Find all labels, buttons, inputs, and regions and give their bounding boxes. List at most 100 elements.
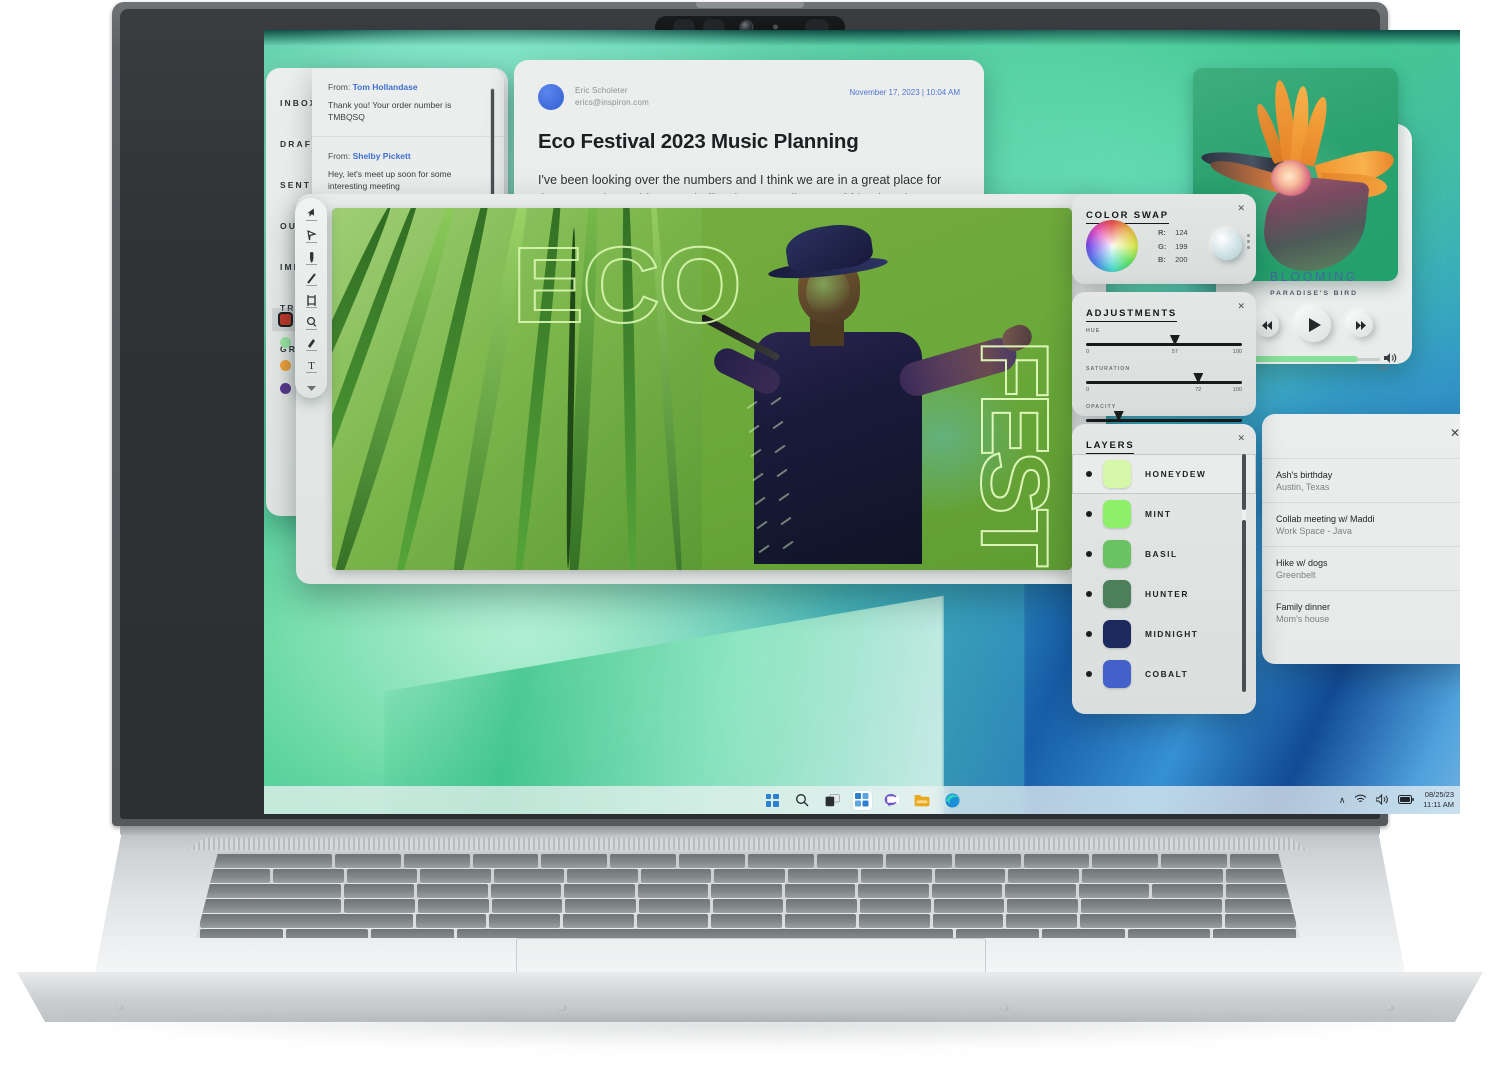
- rgb-row-r: R: 124: [1158, 226, 1188, 240]
- keyboard[interactable]: [196, 852, 1300, 938]
- brush-tool[interactable]: [299, 248, 323, 268]
- layer-visibility-dot[interactable]: [1086, 471, 1092, 477]
- layer-visibility-dot[interactable]: [1086, 591, 1092, 597]
- chevron-up-icon[interactable]: ∧: [1339, 795, 1346, 806]
- slider-track-saturation[interactable]: [1086, 373, 1242, 384]
- close-icon[interactable]: ✕: [1237, 433, 1245, 444]
- close-icon[interactable]: ✕: [1237, 301, 1245, 312]
- layer-name: COBALT: [1145, 669, 1189, 679]
- progress-max: 100: [1377, 366, 1388, 372]
- events-window[interactable]: ✕ Ash's birthday Austin, Texas Collab me…: [1262, 414, 1460, 664]
- list-item[interactable]: Hike w/ dogs Greenbelt: [1262, 546, 1460, 590]
- sender-info: Eric Scholeter erics@inspiron.com: [575, 84, 649, 107]
- layer-visibility-dot[interactable]: [1086, 631, 1092, 637]
- slider-knob-hue[interactable]: [1169, 335, 1180, 344]
- wifi-icon[interactable]: [1354, 794, 1367, 806]
- slider-hue[interactable]: HUE 0 57 100: [1086, 328, 1242, 359]
- slider-scale-saturation: 0 72 100: [1086, 387, 1242, 397]
- keyboard-row-home[interactable]: [196, 899, 1300, 913]
- crop-tool[interactable]: [299, 292, 323, 312]
- mail-header: Eric Scholeter erics@inspiron.com Novemb…: [514, 60, 984, 110]
- layer-visibility-dot[interactable]: [1086, 551, 1092, 557]
- laptop-device: INBOX DRAFTS SENT OUTBOX IMPORTANT TRASH…: [0, 0, 1500, 1069]
- layer-row-honeydew[interactable]: HONEYDEW: [1072, 454, 1256, 494]
- keyboard-row-qwerty[interactable]: [196, 884, 1300, 898]
- scrollbar-thumb[interactable]: [491, 89, 494, 197]
- canvas-headline-eco: ECO: [511, 223, 743, 346]
- editor-canvas[interactable]: ECO FEST: [332, 208, 1072, 570]
- chat-icon[interactable]: [883, 791, 902, 810]
- close-icon[interactable]: ✕: [1450, 426, 1460, 440]
- layers-panel[interactable]: LAYERS ✕ HONEYDEW MINT BASIL HUNTER MIDN…: [1072, 424, 1256, 714]
- keyboard-row-shift[interactable]: [196, 914, 1300, 928]
- mail-preview-body: Hey, let's meet up soon for some interes…: [328, 168, 452, 191]
- zoom-tool[interactable]: [299, 313, 323, 333]
- layer-row-cobalt[interactable]: COBALT: [1072, 654, 1256, 694]
- slider-min-hue: 0: [1086, 348, 1090, 355]
- mail-preview-from-name: Tom Hollandase: [352, 82, 418, 92]
- slider-saturation[interactable]: SATURATION 0 72 100: [1086, 366, 1242, 397]
- close-icon[interactable]: ✕: [1237, 203, 1245, 214]
- layers-scrollbar[interactable]: [1242, 454, 1246, 692]
- volume-icon[interactable]: [1375, 793, 1389, 807]
- next-button[interactable]: [1349, 313, 1373, 337]
- layer-row-midnight[interactable]: MIDNIGHT: [1072, 614, 1256, 654]
- panel-title: LAYERS: [1086, 440, 1135, 454]
- layer-name: HUNTER: [1145, 589, 1189, 599]
- slider-knob-saturation[interactable]: [1193, 373, 1204, 382]
- keyboard-row-space[interactable]: [196, 929, 1300, 938]
- keyboard-row-function[interactable]: [196, 854, 1300, 868]
- file-explorer-icon[interactable]: [913, 791, 932, 810]
- event-title: Hike w/ dogs: [1276, 558, 1328, 568]
- slider-track-hue[interactable]: [1086, 335, 1242, 346]
- list-item[interactable]: Collab meeting w/ Maddi Work Space - Jav…: [1262, 502, 1460, 546]
- next-icon: [1356, 320, 1366, 330]
- swatch-dot-edit: [280, 314, 291, 325]
- layer-row-mint[interactable]: MINT: [1072, 494, 1256, 534]
- color-swap-panel[interactable]: COLOR SWAP ✕ R: 124 G: 199 B: 200: [1072, 194, 1256, 284]
- panel-title: COLOR SWAP: [1086, 210, 1169, 224]
- scrollbar-thumb[interactable]: [1242, 454, 1246, 510]
- color-wheel[interactable]: [1086, 220, 1138, 272]
- keyboard-row-numbers[interactable]: [196, 869, 1300, 883]
- more-tools-chevron-down-icon[interactable]: [299, 378, 323, 398]
- drag-handle[interactable]: [1247, 234, 1250, 249]
- edge-browser-icon[interactable]: [943, 791, 962, 810]
- event-location: Work Space - Java: [1276, 526, 1352, 536]
- photo-editor-window[interactable]: ECO FEST: [296, 194, 1106, 584]
- task-view-icon[interactable]: [823, 791, 842, 810]
- layer-row-hunter[interactable]: HUNTER: [1072, 574, 1256, 614]
- list-item[interactable]: Ash's birthday Austin, Texas: [1262, 458, 1460, 502]
- adjustments-panel[interactable]: ADJUSTMENTS ✕ HUE 0 57 100 SATURATION 0 …: [1072, 292, 1256, 431]
- clock[interactable]: 08/25/23 11:11 AM: [1423, 790, 1454, 810]
- play-button[interactable]: [1297, 308, 1331, 342]
- scrollbar-thumb-lower[interactable]: [1242, 520, 1246, 692]
- avatar: [538, 84, 564, 110]
- start-button[interactable]: [763, 791, 782, 810]
- line-tool[interactable]: [299, 270, 323, 290]
- event-title: Collab meeting w/ Maddi: [1276, 514, 1375, 524]
- clock-time: 11:11 AM: [1423, 800, 1454, 809]
- taskbar[interactable]: ∧ 08/25/23 11:11 AM: [264, 786, 1460, 814]
- list-item[interactable]: From: Tom Hollandase Thank you! Your ord…: [312, 68, 504, 137]
- layer-row-basil[interactable]: BASIL: [1072, 534, 1256, 574]
- color-preview-knob[interactable]: [1212, 230, 1242, 260]
- bird-bloom-core: [1271, 160, 1311, 196]
- svg-text:T: T: [308, 360, 315, 372]
- slider-track-opacity[interactable]: [1086, 411, 1242, 422]
- cursor-tool[interactable]: [299, 205, 323, 225]
- widgets-icon[interactable]: [852, 790, 872, 810]
- rgb-key-g: G:: [1158, 241, 1167, 251]
- text-tool[interactable]: T: [299, 357, 323, 377]
- search-icon[interactable]: [793, 791, 812, 810]
- layer-visibility-dot[interactable]: [1086, 511, 1092, 517]
- battery-icon[interactable]: [1398, 794, 1415, 806]
- lasso-tool[interactable]: [299, 227, 323, 247]
- list-item[interactable]: Family dinner Mom's house: [1262, 590, 1460, 634]
- eyedropper-tool[interactable]: [299, 335, 323, 355]
- swatch-dot-online: [280, 337, 291, 348]
- editor-toolbar[interactable]: T: [295, 198, 327, 398]
- layer-visibility-dot[interactable]: [1086, 671, 1092, 677]
- slider-knob-opacity[interactable]: [1113, 411, 1124, 420]
- previous-button[interactable]: [1255, 313, 1279, 337]
